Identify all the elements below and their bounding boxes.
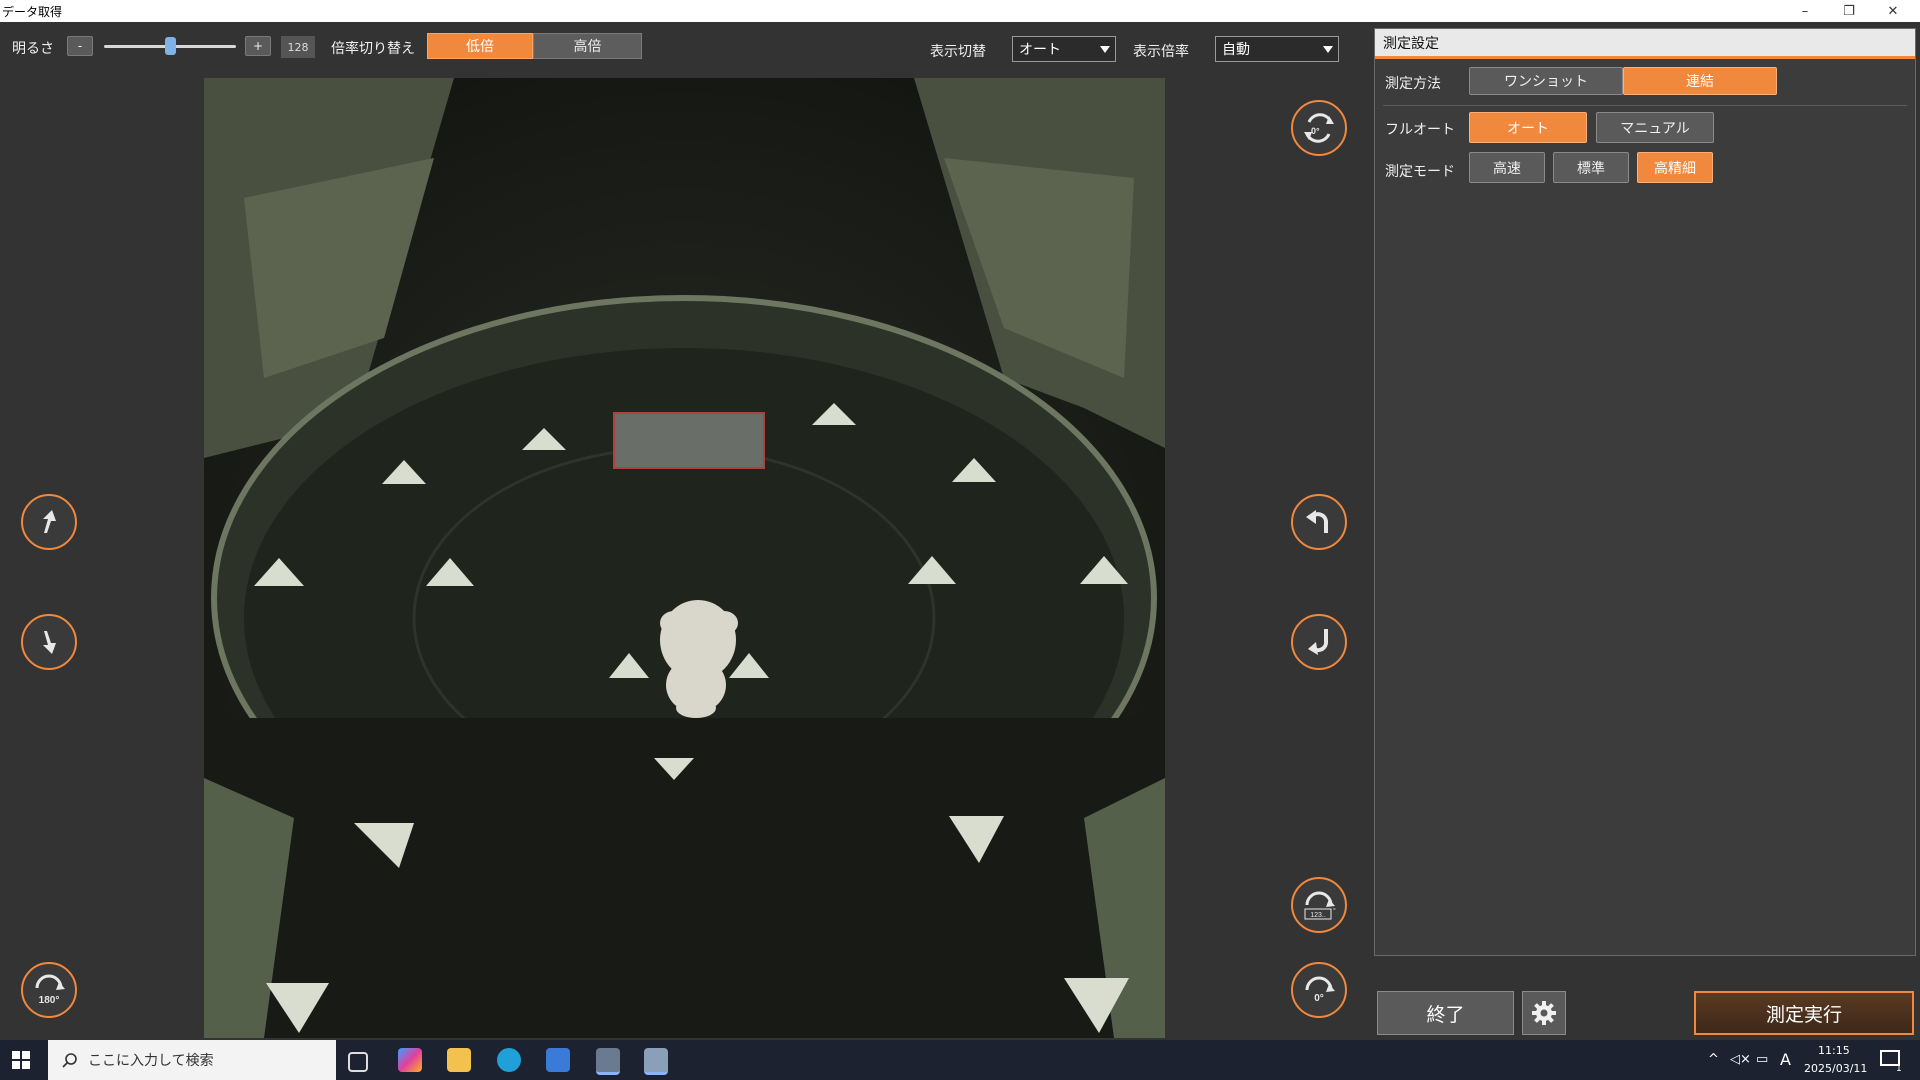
method-one-shot-button[interactable]: ワンショット: [1469, 67, 1623, 95]
window-title: データ取得: [2, 5, 63, 19]
full-auto-manual-button[interactable]: マニュアル: [1596, 112, 1714, 143]
edge-browser-icon[interactable]: [497, 1048, 521, 1072]
rotate-to-zero-icon: 0°: [1305, 976, 1335, 1004]
notification-count: 1: [1896, 1064, 1902, 1074]
full-auto-auto-button[interactable]: オート: [1469, 112, 1587, 143]
display-switch-label: 表示切替: [930, 44, 986, 60]
scanner-app-icon[interactable]: [596, 1048, 620, 1075]
tilt-up-button[interactable]: [21, 494, 77, 550]
minimize-button[interactable]: –: [1782, 0, 1828, 22]
taskbar: ここに入力して検索 ^ ◁× ▭ A 11:15 2025/03/11 1: [0, 1040, 1920, 1080]
chevron-down-icon: [1100, 46, 1110, 53]
brightness-increase-button[interactable]: +: [245, 36, 271, 56]
mode-standard-button[interactable]: 標準: [1553, 152, 1629, 183]
toolbar: 明るさ - + 128 倍率切り替え 低倍 高倍 表示切替 オート 表示倍率 自…: [0, 22, 1374, 74]
svg-text:123..: 123..: [1310, 912, 1326, 919]
clock-date: 2025/03/11: [1804, 1062, 1868, 1075]
store-icon[interactable]: [546, 1048, 570, 1072]
ime-indicator[interactable]: A: [1780, 1050, 1791, 1069]
reset-position-button[interactable]: 0°: [1291, 100, 1347, 156]
full-auto-label: フルオート: [1385, 122, 1455, 138]
search-icon: [62, 1053, 77, 1068]
rotate-left-icon: [1306, 510, 1328, 533]
file-explorer-icon[interactable]: [447, 1048, 471, 1072]
measurement-settings-panel: 測定設定 測定方法 ワンショット 連結 フルオート オート マニュアル 測定モー…: [1374, 28, 1916, 956]
mode-fast-button[interactable]: 高速: [1469, 152, 1545, 183]
mode-high-precision-button[interactable]: 高精細: [1637, 152, 1713, 183]
reset-position-icon: 0°: [1304, 113, 1334, 143]
divider: [1383, 105, 1907, 106]
magnification-label: 倍率切り替え: [331, 41, 415, 57]
rotate-left-button[interactable]: [1291, 494, 1347, 550]
method-label: 測定方法: [1385, 76, 1441, 92]
brightness-label: 明るさ: [12, 41, 54, 57]
measurement-app-icon[interactable]: [644, 1048, 668, 1075]
brightness-value: 128: [281, 36, 315, 58]
mode-label: 測定モード: [1385, 164, 1455, 180]
rotate-180-icon: 180°: [35, 974, 65, 1006]
brightness-decrease-button[interactable]: -: [67, 36, 93, 56]
tilt-up-icon: [43, 510, 56, 533]
tilt-down-icon: [43, 631, 56, 654]
display-scale-label: 表示倍率: [1133, 44, 1189, 60]
rotate-to-zero-button[interactable]: 0°: [1291, 962, 1347, 1018]
display-scale-select[interactable]: 自動: [1215, 36, 1339, 62]
svg-text:°: °: [1333, 907, 1336, 915]
windows-logo-icon: [12, 1051, 30, 1069]
svg-text:0°: 0°: [1314, 993, 1324, 1004]
rotate-angle-input-icon: 123.. °: [1304, 891, 1336, 920]
clock-time: 11:15: [1818, 1044, 1850, 1057]
close-button[interactable]: ✕: [1870, 0, 1916, 22]
rotate-180-button[interactable]: 180°: [21, 962, 77, 1018]
copilot-icon[interactable]: [398, 1048, 422, 1072]
rotate-right-icon: [1308, 629, 1329, 655]
search-placeholder: ここに入力して検索: [88, 1053, 214, 1069]
mag-high-button[interactable]: 高倍: [533, 33, 642, 59]
svg-text:180°: 180°: [39, 995, 60, 1006]
taskbar-search[interactable]: ここに入力して検索: [48, 1040, 336, 1080]
brightness-slider-thumb[interactable]: [165, 37, 176, 55]
method-continuous-button[interactable]: 連結: [1623, 67, 1777, 95]
run-measurement-button[interactable]: 測定実行: [1694, 991, 1914, 1035]
chevron-up-icon[interactable]: ^: [1708, 1052, 1719, 1067]
display-switch-select[interactable]: オート: [1012, 36, 1116, 62]
rotate-angle-input-button[interactable]: 123.. °: [1291, 877, 1347, 933]
rotate-right-button[interactable]: [1291, 614, 1347, 670]
camera-image: [204, 78, 1165, 1038]
panel-title: 測定設定: [1375, 29, 1915, 59]
display-switch-value: オート: [1019, 42, 1061, 58]
tilt-down-button[interactable]: [21, 614, 77, 670]
speaker-muted-icon[interactable]: ◁×: [1730, 1052, 1751, 1067]
gear-icon: [1532, 1001, 1556, 1025]
title-bar: データ取得 – ❐ ✕: [0, 0, 1920, 22]
restore-button[interactable]: ❐: [1826, 0, 1872, 22]
mag-low-button[interactable]: 低倍: [427, 33, 533, 59]
settings-button[interactable]: [1522, 991, 1566, 1035]
end-button[interactable]: 終了: [1377, 991, 1514, 1035]
network-icon[interactable]: ▭: [1756, 1052, 1768, 1067]
display-scale-value: 自動: [1222, 42, 1250, 58]
camera-preview[interactable]: [204, 78, 1165, 1038]
chevron-down-icon: [1323, 46, 1333, 53]
svg-text:0°: 0°: [1311, 126, 1320, 136]
task-view-icon[interactable]: [348, 1052, 368, 1072]
start-button[interactable]: [12, 1051, 30, 1069]
